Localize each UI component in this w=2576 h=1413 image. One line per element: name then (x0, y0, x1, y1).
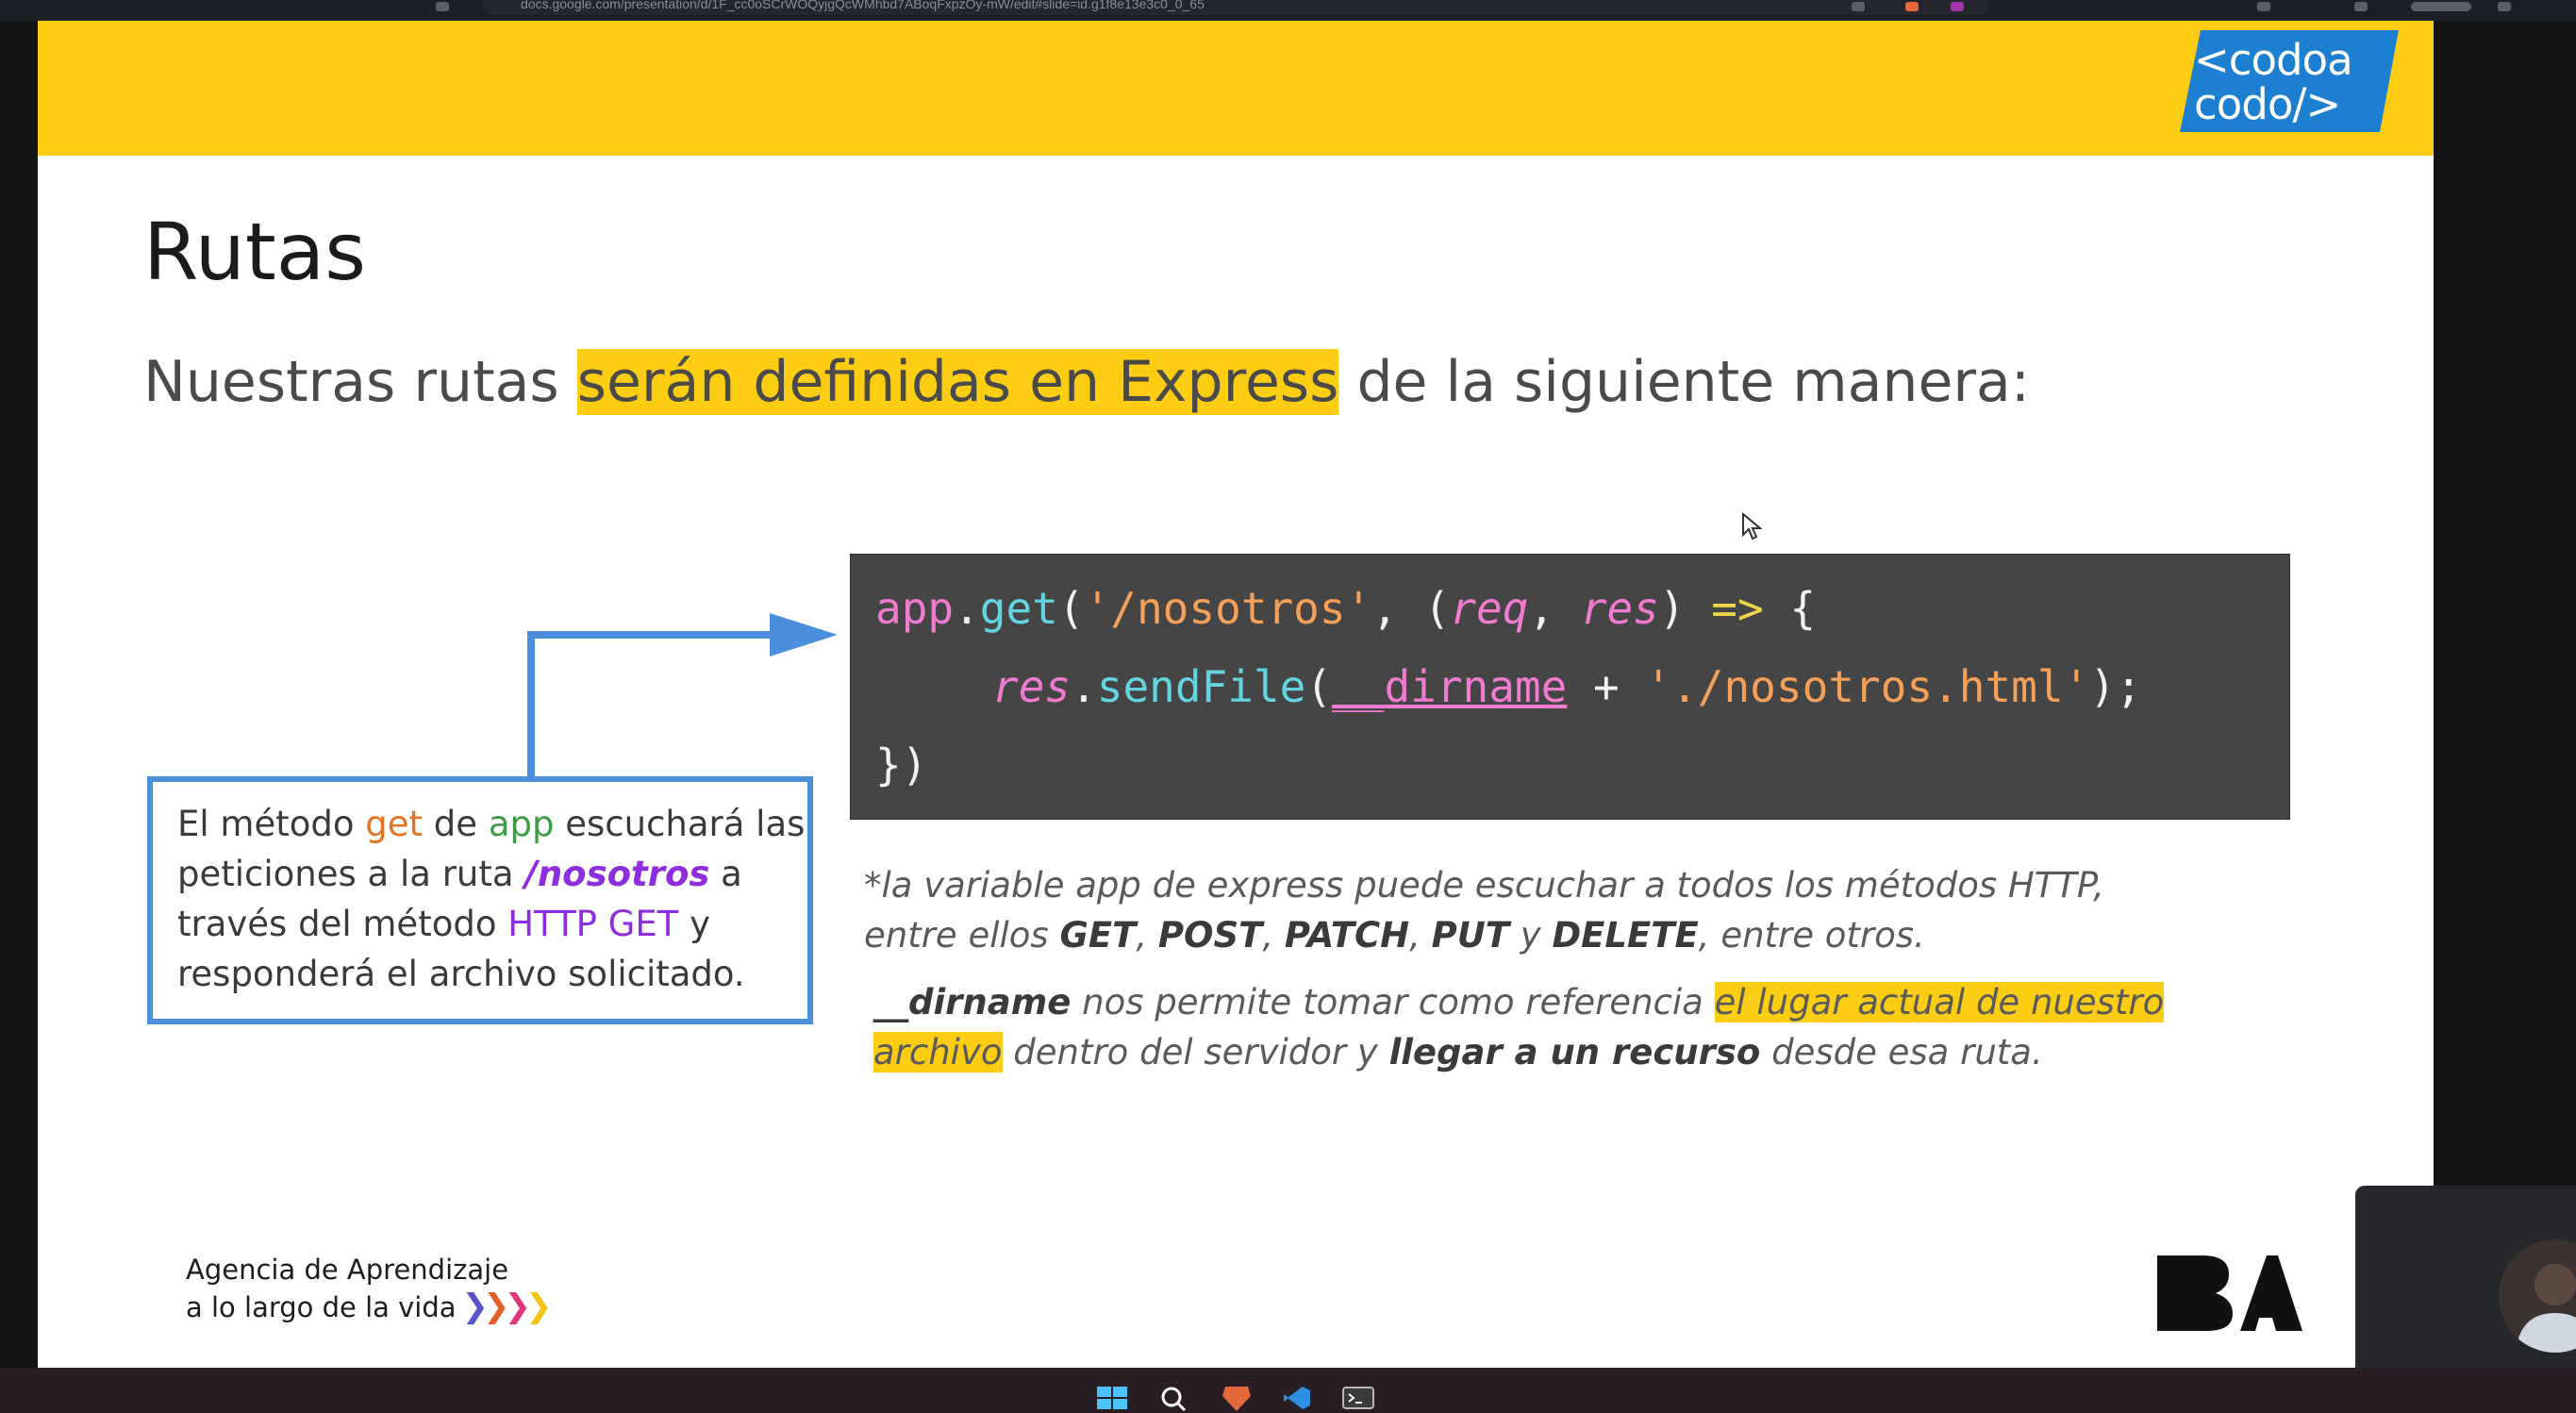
menu-icon[interactable] (2498, 2, 2511, 11)
codoacodo-logo-text: <codoa codo/> (2194, 35, 2353, 129)
slide-title: Rutas (143, 206, 367, 298)
slide-banner (38, 21, 2434, 156)
participant-avatar (2499, 1239, 2576, 1353)
methods-note: *la variable app de express puede escuch… (864, 865, 2104, 956)
dirname-note: __dirname nos permite tomar como referen… (873, 982, 2165, 1072)
code-line-2: res.sendFile(__dirname + './nosotros.htm… (992, 661, 2142, 712)
subtitle-highlight: serán definidas en Express (576, 349, 1339, 415)
address-bar[interactable]: docs.google.com/presentation/d/1F_cc0oSC… (483, 0, 1988, 15)
bookmark-icon[interactable] (436, 2, 449, 11)
code-line-3: }) (875, 740, 928, 790)
windows-taskbar (0, 1368, 2576, 1413)
tabs-icon[interactable] (2354, 2, 2368, 11)
profile-button[interactable] (2411, 2, 2471, 11)
mouse-cursor-icon (1742, 512, 1762, 540)
agency-footer: Agencia de Aprendizaje a lo largo de la … (186, 1254, 553, 1325)
windows-start-icon[interactable] (1095, 1385, 1129, 1411)
code-line-1: app.get('/nosotros', (req, res) => { (875, 583, 1817, 634)
share-icon[interactable] (1852, 2, 1865, 11)
extensions-icon[interactable] (2257, 2, 2270, 11)
presentation-slide: <codoa codo/> Rutas Nuestras rutas serán… (38, 21, 2434, 1368)
extension-icon[interactable] (1951, 2, 1964, 11)
search-icon[interactable] (1156, 1385, 1190, 1411)
ba-logo-icon (2157, 1255, 2302, 1331)
brave-browser-icon[interactable] (1220, 1385, 1254, 1411)
explanation-box: El método get de app escuchará las petic… (147, 776, 813, 1024)
agency-chevrons-icon: ❯❯❯❯ (461, 1288, 553, 1325)
address-bar-url: docs.google.com/presentation/d/1F_cc0oSC… (521, 0, 1205, 11)
browser-chrome: docs.google.com/presentation/d/1F_cc0oSC… (0, 0, 2576, 21)
vscode-icon[interactable] (1280, 1385, 1314, 1411)
code-block: app.get('/nosotros', (req, res) => { res… (850, 554, 2290, 820)
brave-shield-icon[interactable] (1905, 2, 1919, 11)
slide-subtitle: Nuestras rutas serán definidas en Expres… (143, 349, 2031, 415)
terminal-icon[interactable] (1341, 1385, 1375, 1411)
